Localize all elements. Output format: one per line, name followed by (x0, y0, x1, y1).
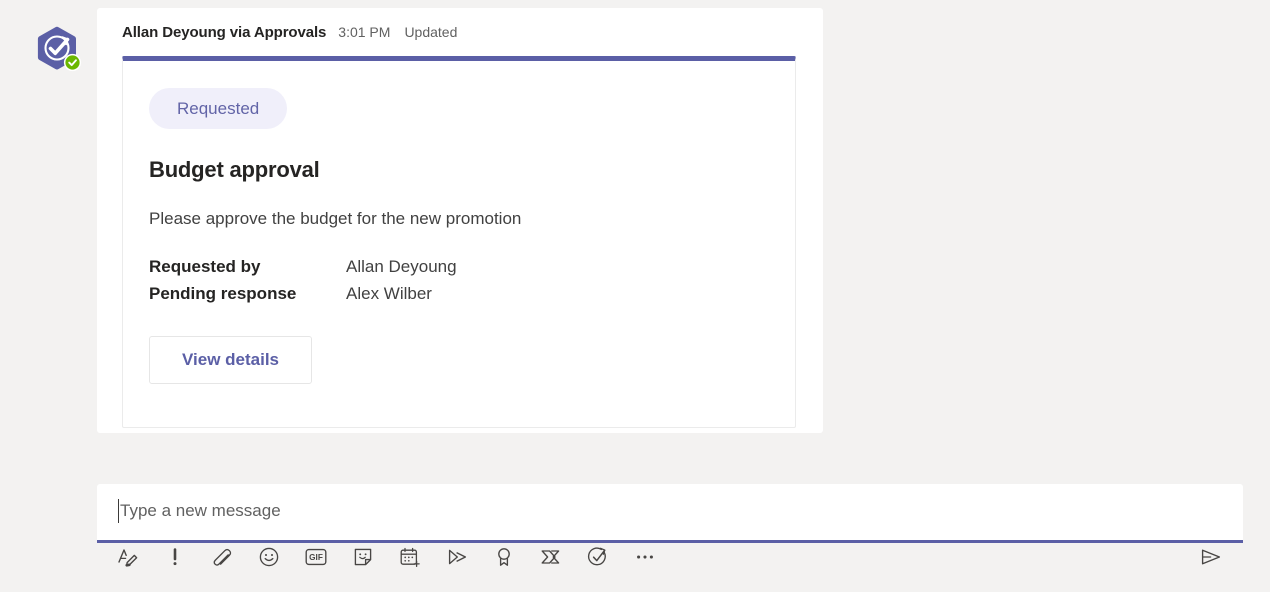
stream-icon (448, 549, 467, 565)
text-caret (118, 499, 119, 523)
importance-icon (173, 548, 177, 566)
format-icon (118, 549, 138, 567)
fact-set: Requested by Allan Deyoung Pending respo… (149, 253, 769, 307)
praise-button[interactable] (491, 544, 517, 570)
sticker-button[interactable] (350, 544, 376, 570)
gif-icon: GIF (305, 548, 327, 566)
card-body: Requested Budget approval Please approve… (123, 61, 795, 384)
praise-icon (498, 548, 510, 566)
message-input-placeholder: Type a new message (120, 501, 281, 520)
fact-label: Requested by (149, 257, 261, 276)
stream-button[interactable] (444, 544, 470, 570)
message-bubble: Allan Deyoung via Approvals 3:01 PM Upda… (97, 8, 823, 433)
format-button[interactable] (115, 544, 141, 570)
send-icon (1201, 549, 1221, 565)
message-author: Allan Deyoung via Approvals (122, 24, 327, 41)
more-options-icon (637, 555, 653, 559)
view-details-button[interactable]: View details (149, 336, 313, 384)
send-button[interactable] (1198, 544, 1224, 570)
status-badge: Requested (149, 88, 288, 129)
compose-toolbar: GIF (97, 544, 1243, 584)
emoji-button[interactable] (256, 544, 282, 570)
schedule-meeting-icon (400, 547, 420, 568)
approvals-app-avatar-icon (37, 26, 82, 72)
message-input-box[interactable]: Type a new message (97, 484, 1243, 543)
message-header: Allan Deyoung via Approvals 3:01 PM Upda… (122, 24, 457, 41)
fact-row: Pending response Alex Wilber (149, 280, 769, 307)
sticker-icon (354, 548, 372, 566)
attach-button[interactable] (209, 544, 235, 570)
fact-row: Requested by Allan Deyoung (149, 253, 769, 280)
importance-button[interactable] (162, 544, 188, 570)
card-description: Please approve the budget for the new pr… (149, 209, 522, 228)
message-edit-status: Updated (404, 24, 458, 40)
compose-toolbar-icons: GIF (115, 544, 658, 570)
card-title: Budget approval (149, 157, 320, 182)
power-automate-icon (541, 550, 560, 564)
fact-value: Alex Wilber (346, 284, 432, 303)
fact-label: Pending response (149, 284, 297, 303)
attach-icon (213, 548, 232, 566)
more-options-button[interactable] (632, 544, 658, 570)
schedule-meeting-button[interactable] (397, 544, 423, 570)
approvals-button[interactable] (585, 544, 611, 570)
fact-value: Allan Deyoung (346, 257, 457, 276)
approvals-icon (588, 547, 606, 566)
giphy-button[interactable]: GIF (303, 544, 329, 570)
svg-text:GIF: GIF (309, 553, 323, 562)
message-timestamp: 3:01 PM (338, 24, 391, 40)
avatar (34, 24, 86, 76)
approval-adaptive-card: Requested Budget approval Please approve… (122, 56, 796, 428)
compose-area: Type a new message GIF (97, 484, 1243, 568)
emoji-icon (259, 547, 279, 567)
card-actions: View details (149, 336, 769, 384)
power-automate-button[interactable] (538, 544, 564, 570)
